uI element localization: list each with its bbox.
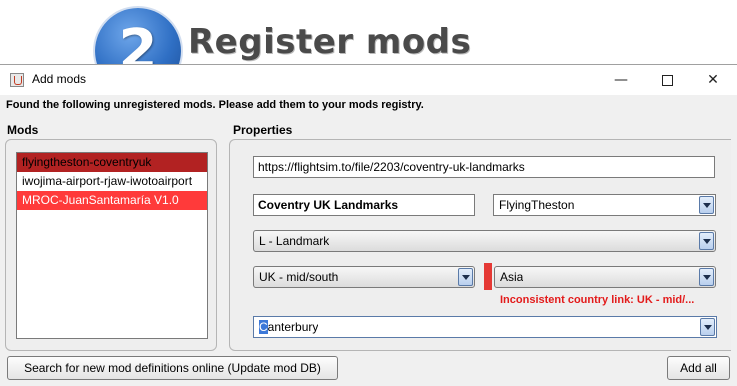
error-marker: [484, 263, 492, 290]
continent-combo[interactable]: Asia: [494, 266, 716, 288]
mods-list[interactable]: flyingtheston-coventryuk iwojima-airport…: [16, 152, 208, 339]
city-value[interactable]: Canterbury: [259, 317, 318, 337]
list-item-error[interactable]: MROC-JuanSantamaría V1.0: [17, 191, 207, 210]
city-text-selection: C: [259, 320, 268, 334]
close-button[interactable]: ✕: [690, 65, 736, 95]
city-text: anterbury: [267, 320, 319, 334]
category-combo[interactable]: L - Landmark: [253, 230, 716, 252]
minimize-button[interactable]: —: [598, 65, 644, 95]
chevron-down-icon[interactable]: [699, 268, 714, 286]
chevron-down-icon[interactable]: [699, 196, 714, 214]
chevron-down-icon[interactable]: [458, 268, 473, 286]
maximize-icon: [661, 74, 673, 86]
java-app-icon: [10, 73, 24, 87]
country-warning: Inconsistent country link: UK - mid/...: [500, 294, 695, 306]
mods-panel: flyingtheston-coventryuk iwojima-airport…: [5, 139, 217, 351]
author-value: FlyingTheston: [499, 198, 575, 212]
title-bar[interactable]: Add mods — ✕: [0, 65, 737, 95]
mods-section-label: Mods: [7, 123, 39, 137]
mod-name-field[interactable]: Coventry UK Landmarks: [253, 194, 475, 216]
notice-text: Found the following unregistered mods. P…: [6, 99, 424, 111]
window-title: Add mods: [32, 72, 87, 86]
category-value: L - Landmark: [259, 234, 330, 248]
banner-title: Register mods: [188, 22, 472, 62]
city-combo[interactable]: Canterbury: [253, 316, 717, 338]
author-combo[interactable]: FlyingTheston: [493, 194, 716, 216]
chevron-down-icon[interactable]: [700, 318, 715, 336]
add-all-button[interactable]: Add all: [667, 356, 730, 380]
list-item-selected[interactable]: flyingtheston-coventryuk: [17, 153, 207, 172]
continent-value: Asia: [500, 270, 524, 284]
list-item[interactable]: iwojima-airport-rjaw-iwotoairport: [17, 172, 207, 191]
maximize-button[interactable]: [644, 65, 690, 95]
properties-section-label: Properties: [233, 123, 293, 137]
url-field[interactable]: https://flightsim.to/file/2203/coventry-…: [253, 156, 715, 178]
add-mods-window: Add mods — ✕ Found the following unregis…: [0, 64, 737, 386]
screen: 2 Register mods Add mods — ✕ Found the f…: [0, 0, 737, 386]
country-value: UK - mid/south: [259, 270, 339, 284]
country-combo[interactable]: UK - mid/south: [253, 266, 475, 288]
search-mod-db-button[interactable]: Search for new mod definitions online (U…: [7, 356, 338, 380]
chevron-down-icon[interactable]: [699, 232, 714, 250]
window-right-edge: [731, 95, 737, 386]
